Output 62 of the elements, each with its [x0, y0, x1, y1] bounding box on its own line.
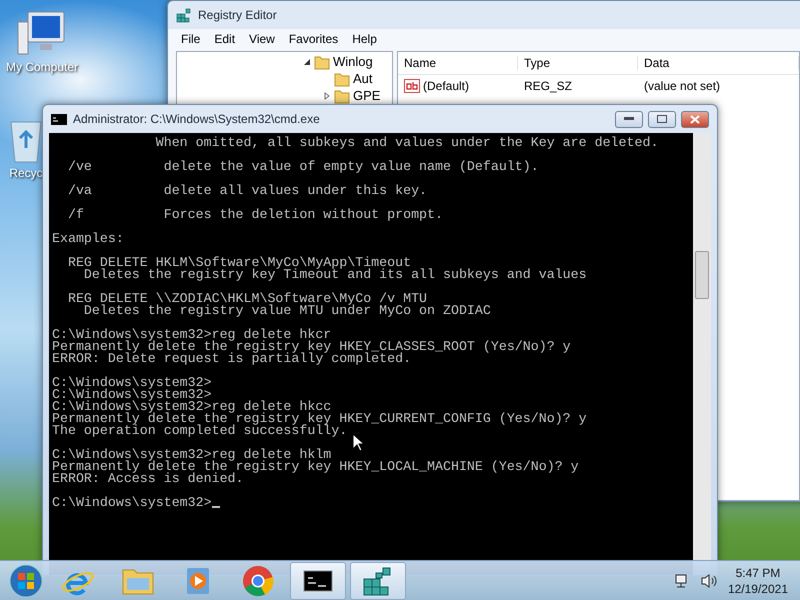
column-header[interactable]: Name [398, 56, 518, 70]
cubes-icon [176, 7, 192, 23]
window-title: Registry Editor [198, 8, 277, 22]
clock[interactable]: 5:47 PM 12/19/2021 [728, 564, 788, 596]
console-line: Permanently delete the registry key HKEY_CURRENT_CONFIG (Yes/No)? y [52, 413, 587, 425]
console-line: Deletes the registry value MTU under MyCo on ZODIAC [82, 305, 491, 317]
console-line: C:\Windows\system32> [52, 389, 212, 401]
maximize-button[interactable] [648, 110, 676, 128]
tree-item[interactable]: Winlog [333, 54, 373, 69]
console-line: C:\Windows\system32> [52, 377, 212, 389]
minimize-button[interactable] [615, 110, 643, 128]
play-icon [185, 566, 211, 596]
console-line: Examples: [52, 233, 124, 245]
console-line: Permanently delete the registry key HKEY_CLASSES_ROOT (Yes/No)? y [52, 341, 571, 353]
taskbar-button[interactable] [290, 562, 346, 600]
value-type: REG_SZ [523, 79, 574, 93]
console-line: When omitted, all subkeys and values under the Key are deleted. [154, 137, 658, 149]
close-button[interactable] [681, 110, 709, 128]
console-line: /va delete all values under this key. [66, 185, 428, 197]
close-icon [690, 114, 700, 124]
clock-time: 5:47 PM [736, 564, 780, 580]
console-line: The operation completed successfully. [52, 425, 348, 437]
browser-logo-icon [242, 564, 274, 596]
menu-item[interactable]: View [244, 32, 280, 46]
window-title: Administrator: C:\Windows\System32\cmd.exe [73, 112, 320, 126]
minimize-icon [624, 117, 634, 121]
console-line: ERROR: Access is denied. [52, 473, 244, 485]
maximize-icon [657, 115, 667, 123]
volume-icon[interactable] [700, 572, 718, 588]
console-line: Permanently delete the registry key HKEY_LOCAL_MACHINE (Yes/No)? y [52, 461, 579, 473]
console-line: ERROR: Delete request is partially completed. [52, 353, 412, 365]
terminal-icon [303, 570, 333, 592]
taskbar-button[interactable] [350, 562, 406, 600]
console-line: C:\Windows\system32>reg delete hkcc [52, 401, 332, 413]
scroll-thumb[interactable] [695, 251, 709, 299]
menu-item[interactable]: Edit [209, 32, 240, 46]
value-name[interactable]: (Default) [423, 79, 470, 93]
menu-item[interactable]: Help [347, 32, 382, 46]
value-data: (value not set) [643, 79, 722, 93]
tree-item[interactable]: GPE [353, 88, 380, 103]
console-line: Deletes the registry key Timeout and its all subkeys and values [82, 269, 587, 281]
console-line: /ve delete the value of empty value name (Default). [66, 161, 539, 173]
menu-item[interactable]: File [176, 32, 206, 46]
string-value-icon [404, 79, 420, 93]
column-header[interactable]: Type [518, 56, 638, 70]
menu-item[interactable]: Favorites [284, 32, 344, 46]
text-cursor [212, 506, 220, 509]
column-header[interactable]: Data [638, 56, 799, 70]
folder-icon [314, 54, 330, 70]
mouse-pointer-icon [352, 433, 364, 452]
console-line: C:\Windows\system32> [52, 497, 212, 509]
folder-icon [334, 70, 350, 86]
console-line: /f Forces the deletion without prompt. [66, 209, 443, 221]
terminal-icon [51, 114, 67, 124]
console-line: C:\Windows\system32>reg delete hkcr [52, 329, 332, 341]
collapsed-arrow-icon[interactable] [323, 92, 331, 100]
console-line: REG DELETE HKLM\Software\MyCo\MyApp\Timeout [66, 257, 412, 269]
clock-date: 12/19/2021 [728, 580, 788, 596]
console-line: REG DELETE \\ZODIAC\HKLM\Software\MyCo /v MTU [66, 293, 428, 305]
tree-item[interactable]: Aut [353, 71, 373, 86]
console-line: C:\Windows\system32>reg delete hklm [52, 449, 332, 461]
expanded-arrow-icon[interactable] [303, 58, 311, 66]
